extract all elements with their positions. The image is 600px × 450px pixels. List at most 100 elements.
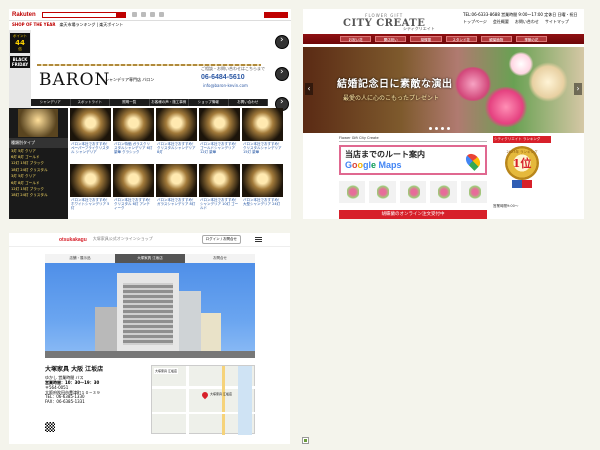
chandelier-image[interactable] — [199, 164, 240, 197]
city-create-logo[interactable]: FLOWER GIFT CITY CREATE シティクリエイト — [343, 13, 435, 31]
google-maps-wordmark: Google Maps — [345, 160, 481, 170]
chandelier-image[interactable] — [113, 108, 154, 141]
chandelier-image[interactable] — [156, 164, 197, 197]
chandelier-image[interactable] — [199, 108, 240, 141]
store-building-photo — [45, 263, 255, 358]
header-link[interactable]: 会社概要 — [493, 19, 509, 25]
otsuka-header: otsukakagu 大塚家具公式オンラインショップ ログイン / お問合せ — [9, 233, 290, 247]
nav-tab[interactable]: 胡蝶蘭 — [410, 36, 442, 42]
chandelier-image[interactable] — [242, 164, 283, 197]
product-title[interactable]: バロン本社でおすすめ！クリスタルシャンデリア 15灯 豪華 — [242, 141, 283, 155]
tab[interactable]: 店舗・展示品 — [45, 254, 115, 263]
menu-item[interactable]: ショップ情報 — [189, 99, 229, 106]
baron-logo[interactable]: BARON — [39, 70, 110, 90]
chandelier-image[interactable] — [156, 108, 197, 141]
google-maps-banner[interactable]: 当店までのルート案内 Google Maps — [339, 145, 487, 175]
chandelier-thumbnail[interactable] — [18, 109, 58, 137]
hero-slideshow[interactable]: 結婚記念日に素敵な演出 最愛の人に心のこもったプレゼント ‹ › — [303, 47, 584, 133]
tab[interactable]: お問合せ — [185, 254, 255, 263]
product-card[interactable]: バロン本社でおすすめ！クリスタルシャンデリア 8灯 — [156, 108, 197, 163]
product-card[interactable]: バロン本社でおすすめ！クリスタル 6灯 アンティーク — [113, 164, 154, 219]
street — [45, 351, 255, 358]
map-pin-icon[interactable] — [200, 390, 210, 400]
rakuten-baron-screenshot: Rakuten SHOP OF THE YEAR 楽天市場ランキング | 楽天ポ… — [9, 9, 291, 219]
product-card[interactable]: バロン本社でおすすめ！大型シャンデリア 24灯 — [242, 164, 283, 219]
header-link[interactable]: お問い合わせ — [515, 19, 539, 25]
flower-thumbnail[interactable] — [339, 181, 366, 203]
login-button[interactable]: ログイン / お問合せ — [201, 235, 241, 244]
prev-slide-icon[interactable]: ‹ — [305, 83, 313, 95]
nav-tab[interactable]: スタンド花 — [445, 36, 477, 42]
category-item[interactable]: 18灯 24灯 クリスタル — [9, 193, 68, 199]
product-card[interactable]: バロン本社でおすすめ！クリスタルシャンデリア 15灯 豪華 — [242, 108, 283, 163]
product-title[interactable]: バロン本社でおすすめ！ゴールドシャンデリア 12灯 豪華 — [199, 141, 240, 155]
chandelier-image[interactable] — [70, 108, 111, 141]
wordmark-g: G — [345, 160, 353, 170]
next-arrow-icon[interactable] — [275, 35, 289, 49]
nav-tab[interactable]: 季節の花 — [515, 36, 548, 42]
slide-dot[interactable] — [429, 127, 432, 130]
cart-icon[interactable] — [131, 12, 137, 17]
menu-item[interactable]: お問い合わせ — [229, 99, 268, 106]
bell-icon[interactable] — [158, 12, 164, 17]
product-card[interactable]: バロン本社でおすすめ！ペーパーフライクリスタル シャンデリア — [70, 108, 111, 163]
flower-thumbnail[interactable] — [460, 181, 488, 203]
online-order-banner[interactable]: 胡蝶蘭のオンライン注文受付中 — [339, 210, 487, 219]
slide-dot[interactable] — [441, 127, 444, 130]
rakuten-logo[interactable]: Rakuten — [12, 12, 36, 18]
chandelier-image[interactable] — [70, 164, 111, 197]
product-title[interactable]: バロン本社でおすすめ！クリスタルシャンデリア 8灯 — [156, 141, 197, 155]
menu-item[interactable]: シャンデリア — [31, 99, 71, 106]
product-card[interactable]: バロン本社でおすすめ！シャンデリア 10灯 ゴールド — [199, 164, 240, 219]
product-title[interactable]: バロン特価 ガラスクリスタルシャンデリア 6灯 豪華 クラシック — [113, 141, 154, 155]
menu-item[interactable]: 照明一覧 — [110, 99, 150, 106]
heart-icon[interactable] — [149, 12, 155, 17]
city-create-screenshot: FLOWER GIFT CITY CREATE シティクリエイト TEL:06-… — [303, 9, 584, 219]
next-arrow-icon[interactable] — [275, 67, 289, 81]
flower-thumbnail[interactable] — [369, 181, 396, 203]
map-road — [186, 366, 189, 435]
chandelier-image[interactable] — [113, 164, 154, 197]
email-link[interactable]: info@baron-kevin.com — [203, 83, 248, 89]
nav-tab[interactable]: お祝い花 — [340, 36, 372, 42]
next-slide-icon[interactable]: › — [574, 83, 582, 95]
slide-dots — [429, 127, 450, 130]
product-card[interactable]: バロン本社でおすすめ！ゴールドシャンデリア 12灯 豪華 — [199, 108, 240, 163]
hero-title: 結婚記念日に素敵な演出 — [337, 79, 453, 90]
subnav-text[interactable]: 楽天市場ランキング | 楽天ポイント — [59, 22, 123, 28]
product-title[interactable]: バロン本社でおすすめ！大型シャンデリア 24灯 — [242, 197, 283, 207]
header-link[interactable]: サイトマップ — [545, 19, 569, 25]
black-friday-banner[interactable]: BLACK FRIDAY — [10, 56, 30, 68]
menu-item[interactable]: お客様の声・施工事例 — [150, 99, 189, 106]
promo-banner[interactable]: ポイント44倍 — [10, 33, 30, 53]
rakuten-promo-button[interactable] — [264, 11, 288, 18]
product-card[interactable]: バロン特価 ガラスクリスタルシャンデリア 6灯 豪華 クラシック — [113, 108, 154, 163]
product-card[interactable]: バロン本社でおすすめ！ガラスシャンデリア 8灯 — [156, 164, 197, 219]
store-map[interactable]: 大塚家具 江坂店 大塚家具 江坂店 — [151, 365, 256, 435]
product-title[interactable]: バロン本社でおすすめ！ペーパーフライクリスタル シャンデリア — [70, 141, 111, 155]
slide-dot[interactable] — [435, 127, 438, 130]
nav-tab[interactable]: 開店祝い — [375, 36, 407, 42]
phone-number[interactable]: 06-6484-5610 — [201, 74, 245, 81]
user-icon[interactable] — [140, 12, 146, 17]
otsuka-logo[interactable]: otsukakagu — [59, 237, 87, 243]
product-title[interactable]: バロン本社でおすすめ！クリスタル 6灯 アンティーク — [113, 197, 154, 211]
chandelier-image[interactable] — [242, 108, 283, 141]
header-link[interactable]: トップページ — [463, 19, 487, 25]
flower-thumbnail[interactable] — [430, 181, 457, 203]
product-card[interactable]: バロン本社でおすすめ！ホワイトシャンデリア 5灯 — [70, 164, 111, 219]
menu-item[interactable]: スポットライト — [71, 99, 110, 106]
otsuka-tagline: 大塚家具公式オンラインショップ — [92, 236, 153, 242]
search-button[interactable] — [115, 11, 126, 18]
product-title[interactable]: バロン本社でおすすめ！ガラスシャンデリア 8灯 — [156, 197, 197, 207]
slide-dot[interactable] — [447, 127, 450, 130]
hamburger-menu-icon[interactable] — [255, 237, 262, 242]
rakuten-search-input[interactable] — [41, 11, 126, 18]
flower-thumbnail[interactable] — [399, 181, 427, 203]
product-title[interactable]: バロン本社でおすすめ！ホワイトシャンデリア 5灯 — [70, 197, 111, 211]
nav-tab[interactable]: 観葉植物 — [480, 36, 512, 42]
ranking-medal-icon[interactable]: 2023年 ランキング 1位 — [505, 146, 539, 180]
shop-of-year-link[interactable]: SHOP OF THE YEAR — [12, 22, 55, 28]
tab-active[interactable]: 大塚家具 江坂店 — [115, 254, 185, 263]
product-title[interactable]: バロン本社でおすすめ！シャンデリア 10灯 ゴールド — [199, 197, 240, 211]
